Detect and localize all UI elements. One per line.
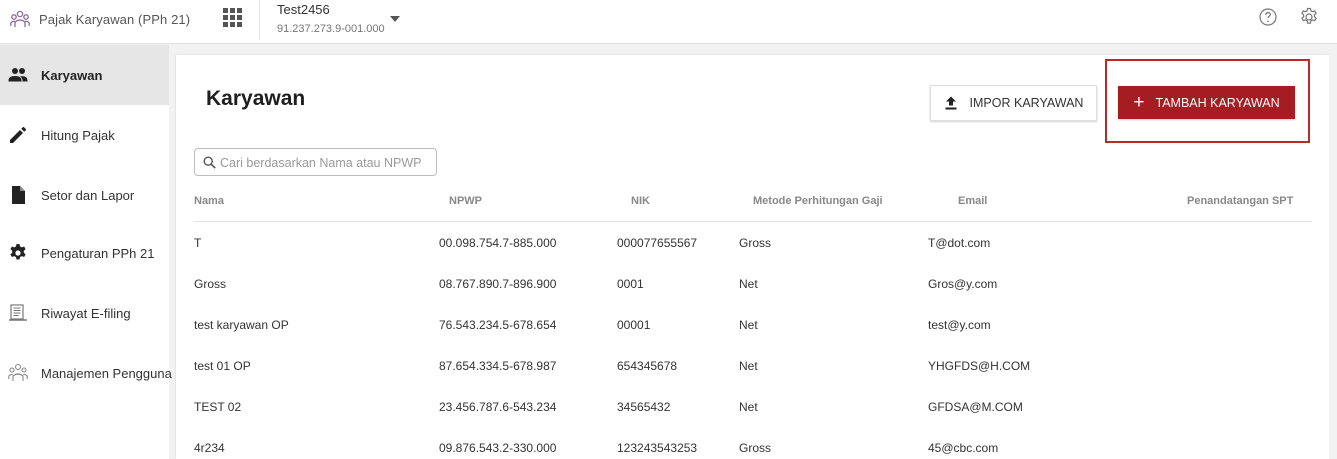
column-header-penandatangan[interactable]: Penandatangan SPT xyxy=(1187,195,1293,207)
table-header: Nama NPWP NIK Metode Perhitungan Gaji Em… xyxy=(194,185,1312,222)
pencil-icon xyxy=(10,126,27,143)
cell-nama: TEST 02 xyxy=(194,400,242,414)
search-input[interactable] xyxy=(220,153,432,172)
add-employee-button[interactable]: + TAMBAH KARYAWAN xyxy=(1118,86,1295,119)
table-row[interactable]: test karyawan OP 76.543.234.5-678.654 00… xyxy=(194,317,1312,358)
topbar-divider xyxy=(259,0,260,40)
sidebar-item-manajemen-pengguna[interactable]: Manajemen Pengguna xyxy=(0,343,172,403)
table-row[interactable]: TEST 02 23.456.787.6-543.234 34565432 Ne… xyxy=(194,399,1312,440)
cell-npwp: 08.767.890.7-896.900 xyxy=(439,277,557,291)
import-employees-button[interactable]: IMPOR KARYAWAN xyxy=(930,85,1097,121)
top-bar: Pajak Karyawan (PPh 21) Test2456 91.237.… xyxy=(0,0,1337,44)
cell-nama: Gross xyxy=(194,277,227,291)
plus-icon: + xyxy=(1133,92,1145,113)
search-box xyxy=(194,148,437,176)
people-group-logo-icon xyxy=(10,10,30,27)
cell-npwp: 87.654.334.5-678.987 xyxy=(439,359,557,373)
cell-nama: test karyawan OP xyxy=(194,318,289,332)
column-header-email[interactable]: Email xyxy=(958,195,987,207)
cell-metode: Gross xyxy=(739,236,772,250)
column-header-nama[interactable]: Nama xyxy=(194,195,224,207)
page-scrollbar[interactable] xyxy=(1329,55,1337,459)
search-icon xyxy=(203,156,216,169)
company-npwp: 91.237.273.9-001.000 xyxy=(277,23,385,35)
cell-npwp: 76.543.234.5-678.654 xyxy=(439,318,557,332)
cell-metode: Net xyxy=(739,359,758,373)
file-history-icon xyxy=(9,304,27,321)
cell-nik: 000077655567 xyxy=(617,236,698,250)
cell-email: 45@cbc.com xyxy=(928,441,999,455)
sidebar-item-label: Setor dan Lapor xyxy=(41,187,135,203)
sidebar-item-hitung-pajak[interactable]: Hitung Pajak xyxy=(0,105,169,165)
table-row[interactable]: 4r234 09.876.543.2-330.000 123243543253 … xyxy=(194,440,1312,459)
cell-npwp: 23.456.787.6-543.234 xyxy=(439,400,557,414)
cell-npwp: 00.098.754.7-885.000 xyxy=(439,236,557,250)
cell-nik: 34565432 xyxy=(617,400,671,414)
sidebar-item-pengaturan[interactable]: Pengaturan PPh 21 xyxy=(0,223,169,283)
people-icon xyxy=(8,68,28,82)
cell-nik: 123243543253 xyxy=(617,441,698,455)
cell-nama: 4r234 xyxy=(194,441,225,455)
column-header-npwp[interactable]: NPWP xyxy=(449,195,482,207)
cell-nik: 00001 xyxy=(617,318,651,332)
cell-nik: 0001 xyxy=(617,277,644,291)
cell-email: test@y.com xyxy=(928,318,991,332)
cell-metode: Net xyxy=(739,277,758,291)
sidebar-item-label: Pengaturan PPh 21 xyxy=(41,245,155,261)
cell-npwp: 09.876.543.2-330.000 xyxy=(439,441,557,455)
cell-nik: 654345678 xyxy=(617,359,678,373)
brand[interactable]: Pajak Karyawan (PPh 21) xyxy=(10,9,190,29)
column-header-metode[interactable]: Metode Perhitungan Gaji xyxy=(753,195,883,207)
sidebar-item-riwayat-efiling[interactable]: Riwayat E-filing xyxy=(0,283,169,343)
table-row[interactable]: Gross 08.767.890.7-896.900 0001 Net Gros… xyxy=(194,276,1312,317)
cell-metode: Net xyxy=(739,400,758,414)
cell-metode: Net xyxy=(739,318,758,332)
cell-nama: test 01 OP xyxy=(194,359,251,373)
company-name: Test2456 xyxy=(277,2,330,17)
cell-nama: T xyxy=(194,236,202,250)
sidebar-item-label: Hitung Pajak xyxy=(41,127,115,143)
app-title: Pajak Karyawan (PPh 21) xyxy=(39,11,191,27)
users-manage-icon xyxy=(8,363,28,381)
column-header-nik[interactable]: NIK xyxy=(631,195,650,207)
gear-icon xyxy=(10,244,26,260)
cell-email: YHGFDS@H.COM xyxy=(928,359,1031,373)
cell-email: GFDSA@M.COM xyxy=(928,400,1023,414)
add-button-label: TAMBAH KARYAWAN xyxy=(1155,95,1280,110)
app-grid-icon[interactable] xyxy=(223,8,242,27)
cell-metode: Gross xyxy=(739,441,772,455)
import-button-label: IMPOR KARYAWAN xyxy=(969,96,1084,110)
sidebar-item-karyawan[interactable]: Karyawan xyxy=(0,45,169,105)
chevron-down-icon xyxy=(390,16,400,22)
sidebar-item-setor-lapor[interactable]: Setor dan Lapor xyxy=(0,165,169,225)
upload-icon xyxy=(945,96,957,110)
cell-email: Gros@y.com xyxy=(928,277,998,291)
settings-gear-icon[interactable] xyxy=(1299,7,1319,27)
document-icon xyxy=(12,186,25,204)
main-panel: Karyawan IMPOR KARYAWAN + TAMBAH KARYAWA… xyxy=(176,55,1329,459)
sidebar-item-label: Riwayat E-filing xyxy=(41,305,131,321)
sidebar-item-label: Manajemen Pengguna xyxy=(41,365,172,381)
company-selector[interactable]: Test2456 91.237.273.9-001.000 xyxy=(277,2,400,36)
sidebar-item-label: Karyawan xyxy=(41,67,103,83)
table-row[interactable]: T 00.098.754.7-885.000 000077655567 Gros… xyxy=(194,235,1312,276)
page-title: Karyawan xyxy=(206,87,306,110)
help-icon[interactable] xyxy=(1259,8,1277,26)
sidebar: Karyawan Hitung Pajak Setor dan Lapor Pe… xyxy=(0,45,172,459)
table-row[interactable]: test 01 OP 87.654.334.5-678.987 65434567… xyxy=(194,358,1312,399)
cell-email: T@dot.com xyxy=(928,236,991,250)
